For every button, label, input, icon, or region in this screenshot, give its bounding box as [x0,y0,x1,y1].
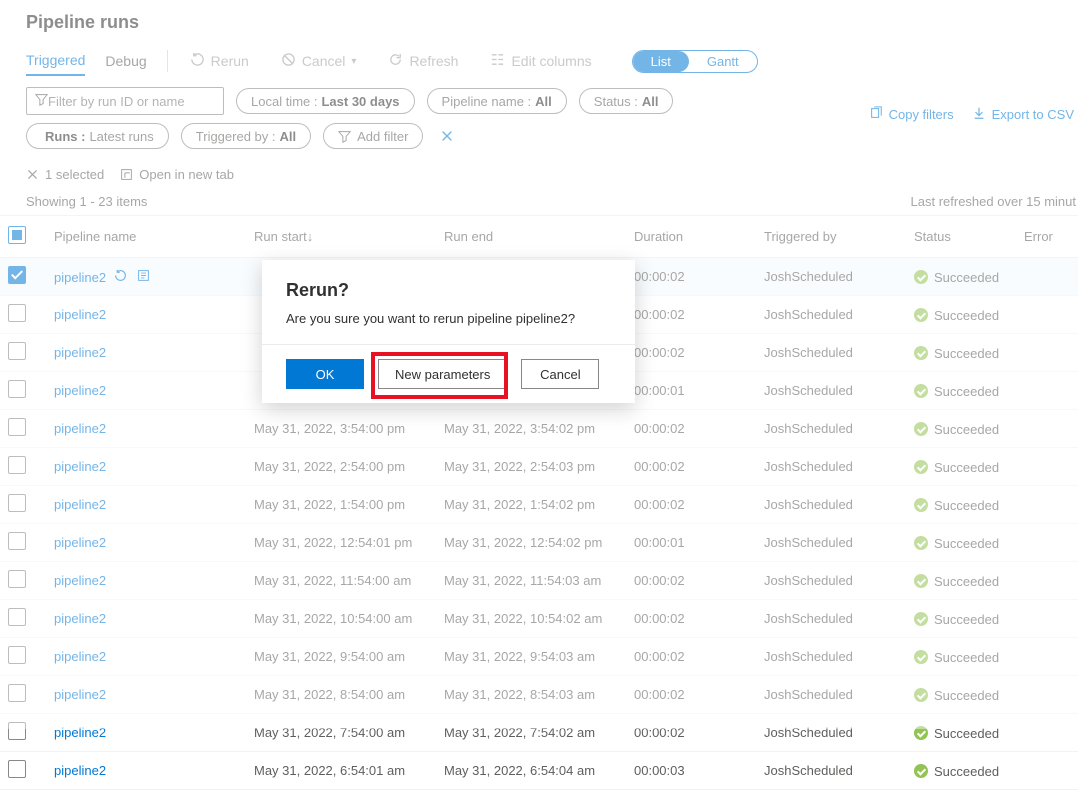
rerun-dialog: Rerun? Are you sure you want to rerun pi… [262,260,635,403]
pipeline-link[interactable]: pipeline2 [54,763,106,778]
new-parameters-button[interactable]: New parameters [378,359,507,389]
table-row: pipeline2 May 31, 2022, 6:54:01 amMay 31,… [0,752,1078,790]
row-checkbox[interactable] [8,760,26,778]
run-end: May 31, 2022, 6:54:04 am [436,752,626,790]
dialog-title: Rerun? [286,280,611,301]
error-cell [1016,752,1078,790]
triggered-by: JoshScheduled [756,752,906,790]
duration: 00:00:03 [626,752,756,790]
cancel-dialog-button[interactable]: Cancel [521,359,599,389]
dialog-body: Are you sure you want to rerun pipeline … [286,311,611,326]
ok-button[interactable]: OK [286,359,364,389]
run-start: May 31, 2022, 6:54:01 am [246,752,436,790]
success-icon [914,764,928,778]
status-badge: Succeeded [914,764,999,779]
